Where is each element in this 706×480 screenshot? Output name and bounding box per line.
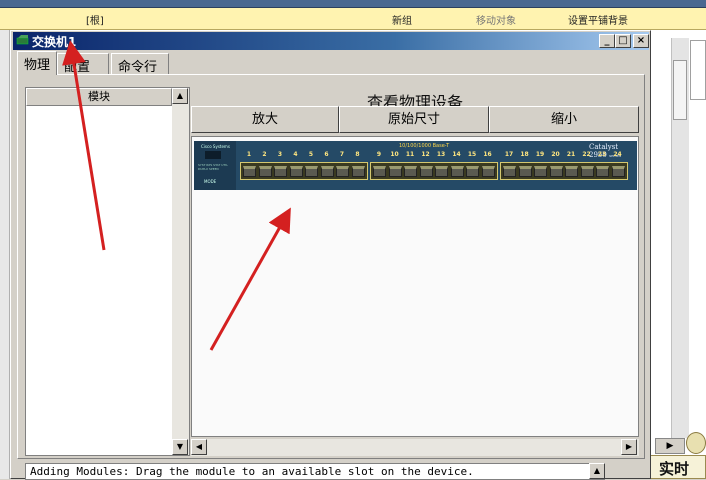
switch-front-panel[interactable]: Cisco Systems SYST RPS STAT UTIL DUPLX S… bbox=[194, 141, 637, 190]
module-list-scrollbar[interactable]: ▲ ▼ bbox=[172, 88, 189, 455]
realtime-mode-label[interactable]: 实时 bbox=[650, 455, 706, 479]
switch-window: 交换机1 _ □ × 物理 配置 命令行 模块 ▲ ▼ 查看物理设备 放大 原始… bbox=[10, 30, 651, 480]
switch-icon bbox=[16, 35, 29, 45]
scroll-down-arrow-icon[interactable]: ▼ bbox=[172, 439, 188, 455]
ethernet-port[interactable] bbox=[481, 166, 495, 177]
zoom-toolbar: 放大 原始尺寸 缩小 bbox=[191, 106, 639, 133]
port-number-label: 20 bbox=[551, 151, 560, 158]
port-number-label: 23 bbox=[597, 151, 607, 158]
ethernet-port[interactable] bbox=[258, 166, 272, 177]
ethernet-port[interactable] bbox=[289, 166, 303, 177]
device-canvas[interactable]: Cisco Systems SYST RPS STAT UTIL DUPLX S… bbox=[191, 136, 639, 437]
ethernet-port[interactable] bbox=[549, 166, 563, 177]
port-number-label: 16 bbox=[483, 151, 492, 158]
app-toolbar: [根] 新组 移动对象 设置平铺背景 bbox=[0, 8, 706, 30]
ethernet-port[interactable] bbox=[466, 166, 479, 177]
mode-button[interactable]: MODE bbox=[204, 179, 216, 184]
ethernet-port[interactable] bbox=[534, 166, 547, 177]
port-number-label: 24 bbox=[613, 151, 622, 158]
ethernet-port[interactable] bbox=[243, 166, 256, 177]
ethernet-port[interactable] bbox=[450, 166, 464, 177]
ethernet-port[interactable] bbox=[351, 166, 365, 177]
port-number-label: 14 bbox=[452, 151, 461, 158]
new-group-button[interactable]: 新组 bbox=[392, 12, 412, 27]
status-scroll-up-icon[interactable]: ▲ bbox=[589, 463, 605, 479]
port-number-label: 7 bbox=[339, 151, 345, 158]
ethernet-port[interactable] bbox=[274, 166, 287, 177]
status-message: Adding Modules: Drag the module to an av… bbox=[25, 463, 605, 480]
ethernet-port[interactable] bbox=[565, 166, 578, 177]
ethernet-port[interactable] bbox=[388, 166, 402, 177]
port-number-label: 10 bbox=[390, 151, 399, 158]
port-number-label: 2 bbox=[262, 151, 267, 158]
module-list[interactable]: 模块 ▲ ▼ bbox=[25, 87, 190, 456]
cisco-logo-icon bbox=[205, 151, 221, 159]
port-number-label: 3 bbox=[277, 151, 283, 158]
ethernet-port[interactable] bbox=[435, 166, 448, 177]
switch-led-labels: SYST RPS STAT UTIL DUPLX SPEED bbox=[198, 163, 228, 171]
ethernet-port[interactable] bbox=[503, 166, 516, 177]
app-top-bar bbox=[0, 0, 706, 8]
switch-status-panel: Cisco Systems SYST RPS STAT UTIL DUPLX S… bbox=[194, 141, 236, 190]
tab-config[interactable]: 配置 bbox=[57, 53, 109, 75]
port-number-label: 9 bbox=[376, 151, 382, 158]
port-number-label: 4 bbox=[293, 151, 298, 158]
port-group-title: 10/100/1000 Base-T bbox=[399, 143, 450, 149]
switch-brand: Cisco Systems bbox=[201, 144, 230, 149]
minimize-button[interactable]: _ bbox=[599, 34, 615, 48]
tiled-background-button[interactable]: 设置平铺背景 bbox=[568, 12, 628, 27]
device-view-hscrollbar[interactable]: ◀ ▶ bbox=[191, 439, 639, 456]
ethernet-port[interactable] bbox=[336, 166, 349, 177]
workspace-scroll-right-button[interactable]: ▶ bbox=[655, 438, 685, 454]
workspace-right-area bbox=[650, 30, 706, 479]
port-number-label: 17 bbox=[504, 151, 514, 158]
port-number-label: 22 bbox=[582, 151, 591, 158]
port-number-label: 6 bbox=[324, 151, 329, 158]
workspace-left-edge bbox=[0, 30, 10, 479]
maximize-button[interactable]: □ bbox=[615, 34, 631, 48]
port-number-label: 11 bbox=[405, 151, 415, 158]
port-number-label: 21 bbox=[566, 151, 576, 158]
tab-physical[interactable]: 物理 bbox=[17, 51, 57, 75]
zoom-in-button[interactable]: 放大 bbox=[191, 106, 339, 133]
clock-icon[interactable] bbox=[686, 432, 706, 454]
close-button[interactable]: × bbox=[633, 34, 649, 48]
ethernet-port[interactable] bbox=[404, 166, 417, 177]
ethernet-port[interactable] bbox=[373, 166, 386, 177]
ethernet-port[interactable] bbox=[580, 166, 594, 177]
root-label[interactable]: [根] bbox=[86, 12, 104, 27]
scroll-up-arrow-icon[interactable]: ▲ bbox=[172, 88, 188, 104]
scroll-right-arrow-icon[interactable]: ▶ bbox=[621, 439, 637, 455]
port-number-label: 19 bbox=[535, 151, 545, 158]
ethernet-port[interactable] bbox=[596, 166, 609, 177]
port-number-label: 5 bbox=[308, 151, 314, 158]
port-group bbox=[240, 162, 368, 180]
physical-device-view: 查看物理设备 放大 原始尺寸 缩小 Cisco Systems SYST RPS… bbox=[191, 87, 639, 456]
workspace-side-panel bbox=[690, 40, 706, 100]
window-title: 交换机1 bbox=[32, 35, 77, 49]
port-group bbox=[370, 162, 498, 180]
ethernet-port[interactable] bbox=[320, 166, 334, 177]
zoom-out-button[interactable]: 缩小 bbox=[489, 106, 639, 133]
port-number-label: 18 bbox=[520, 151, 529, 158]
window-titlebar[interactable]: 交换机1 _ □ × bbox=[13, 32, 649, 50]
port-number-label: 13 bbox=[436, 151, 446, 158]
ethernet-port[interactable] bbox=[305, 166, 318, 177]
port-group bbox=[500, 162, 628, 180]
original-size-button[interactable]: 原始尺寸 bbox=[339, 106, 489, 133]
ethernet-port[interactable] bbox=[611, 166, 625, 177]
move-object-button[interactable]: 移动对象 bbox=[476, 12, 516, 27]
port-number-label: 8 bbox=[355, 151, 360, 158]
port-number-label: 1 bbox=[246, 151, 252, 158]
tab-cli[interactable]: 命令行 bbox=[111, 53, 169, 75]
workspace-scroll-thumb[interactable] bbox=[673, 60, 687, 120]
ethernet-port[interactable] bbox=[419, 166, 433, 177]
scroll-left-arrow-icon[interactable]: ◀ bbox=[191, 439, 207, 455]
port-number-label: 15 bbox=[467, 151, 477, 158]
port-number-label: 12 bbox=[421, 151, 430, 158]
ethernet-port[interactable] bbox=[518, 166, 532, 177]
module-list-header[interactable]: 模块 bbox=[26, 88, 172, 106]
